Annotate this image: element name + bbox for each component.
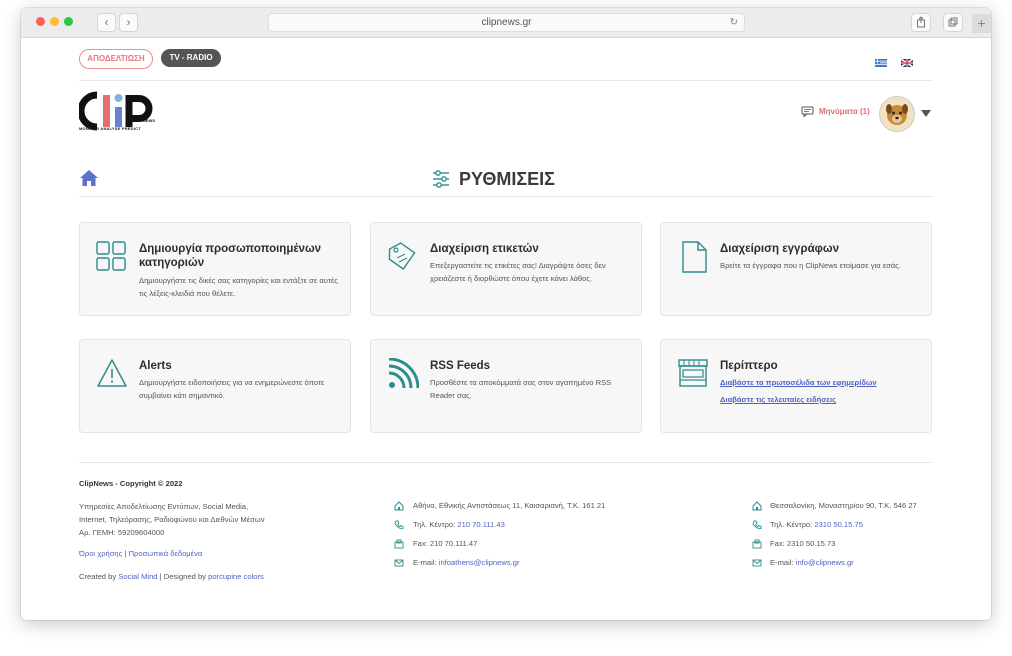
about-line: Αρ. ΓΕΜΗ: 59209604000 xyxy=(79,528,165,537)
url-text: clipnews.gr xyxy=(481,17,532,28)
phone-icon xyxy=(752,520,762,530)
card-description: Δημιουργήστε ειδοποιήσεις για να ενημερώ… xyxy=(139,378,325,400)
athens-email: E-mail: infoathens@clipnews.gr xyxy=(413,558,520,567)
card-custom-categories[interactable]: Δημιουργία προσωποποιημένων κατηγοριών Δ… xyxy=(79,222,351,316)
email-icon xyxy=(752,559,762,567)
athens-phone-link[interactable]: 210 70.111.43 xyxy=(457,520,504,529)
card-title: Διαχείριση εγγράφων xyxy=(720,243,839,255)
card-title: Δημιουργία προσωποποιημένων κατηγοριών xyxy=(139,243,322,269)
language-switcher xyxy=(865,54,913,72)
separator: | xyxy=(124,549,127,558)
legal-links: Όροι χρήσης | Προσωπικά δεδομένα xyxy=(79,547,202,560)
reload-icon[interactable]: ↻ xyxy=(730,14,738,31)
card-title: Διαχείριση ετικετών xyxy=(430,243,539,255)
phone-icon xyxy=(394,520,404,530)
avatar-image xyxy=(880,97,914,131)
new-tab-button[interactable]: + xyxy=(972,14,991,33)
about-line: Internet, Τηλεόρασης, Ραδιοφώνου και Διε… xyxy=(79,515,265,524)
athens-phone: Τηλ. Κέντρο: 210 70.111.43 xyxy=(413,520,505,529)
email-label: E-mail: xyxy=(770,558,794,567)
copyright-text: ClipNews - Copyright © 2022 xyxy=(79,479,183,488)
top-divider xyxy=(79,80,932,81)
warning-icon xyxy=(97,359,127,387)
about-line: Υπηρεσίες Αποδελτίωσης Εντύπων, Social M… xyxy=(79,502,249,511)
home-icon[interactable] xyxy=(79,169,99,187)
email-icon xyxy=(394,559,404,567)
card-manage-tags[interactable]: Διαχείριση ετικετών Επεξεργαστείτε τις ε… xyxy=(370,222,642,316)
card-title: RSS Feeds xyxy=(430,360,491,372)
tabs-button[interactable] xyxy=(943,13,963,32)
page-content: ΑΠΟΔΕΛΤΙΩΣΗ TV - RADIO NEWS MONITOR ANAL… xyxy=(21,38,991,620)
email-label: E-mail: xyxy=(413,558,437,567)
heading-divider xyxy=(79,196,932,197)
messages-link[interactable]: Μηνύματα (1) xyxy=(801,106,881,120)
tabs-icon xyxy=(948,17,958,27)
thessaloniki-email: E-mail: info@clipnews.gr xyxy=(770,558,854,567)
rss-icon xyxy=(388,358,419,389)
minimize-window-button[interactable] xyxy=(50,17,59,26)
user-avatar[interactable] xyxy=(879,96,915,132)
messages-label: Μηνύματα (1) xyxy=(819,107,870,116)
clippings-button[interactable]: ΑΠΟΔΕΛΤΙΩΣΗ xyxy=(79,49,153,69)
thessaloniki-email-link[interactable]: info@clipnews.gr xyxy=(796,558,854,567)
tag-icon xyxy=(388,242,416,270)
athens-address: Αθήνα, Εθνικής Αντιστάσεως 11, Καισαριαν… xyxy=(413,501,606,510)
zoom-window-button[interactable] xyxy=(64,17,73,26)
card-description: Προσθέστε τα αποκόμματά σας στον αγαπημέ… xyxy=(430,378,612,400)
fax-icon xyxy=(394,539,404,549)
user-menu-chevron-down-icon[interactable] xyxy=(921,110,931,117)
about-text: Υπηρεσίες Αποδελτίωσης Εντύπων, Social M… xyxy=(79,500,265,539)
chat-icon xyxy=(801,106,814,117)
phone-label: Τηλ. Κέντρο: xyxy=(770,520,813,529)
created-prefix: Created by xyxy=(79,572,117,581)
greek-flag-icon[interactable] xyxy=(874,59,887,67)
back-button[interactable]: ‹ xyxy=(97,13,116,32)
card-kiosk[interactable]: Περίπτερο Διαβάστε τα πρωτοσέλιδα των εφ… xyxy=(660,339,932,433)
phone-label: Τηλ. Κέντρο: xyxy=(413,520,456,529)
kiosk-icon xyxy=(678,359,708,387)
page-title: ΡΥΘΜΙΣΕΙΣ xyxy=(459,169,555,189)
share-icon xyxy=(917,16,925,28)
logo-tagline: MONITOR ANALYSE PREDICT xyxy=(79,126,141,131)
athens-email-link[interactable]: infoathens@clipnews.gr xyxy=(439,558,520,567)
card-title: Περίπτερο xyxy=(720,360,778,372)
thessaloniki-address: Θεσσαλονίκη, Μοναστηρίου 90, Τ.Κ. 546 27 xyxy=(770,501,917,510)
latest-news-link[interactable]: Διαβάστε τις τελευταίες ειδήσεις xyxy=(720,393,836,406)
settings-sliders-icon xyxy=(433,170,449,188)
share-button[interactable] xyxy=(911,13,931,32)
forward-button[interactable]: › xyxy=(119,13,138,32)
card-alerts[interactable]: Alerts Δημιουργήστε ειδοποιήσεις για να … xyxy=(79,339,351,433)
thessaloniki-fax: Fax: 2310 50.15.73 xyxy=(770,539,836,548)
social-mind-link[interactable]: Social Mind xyxy=(118,572,157,581)
svg-text:NEWS: NEWS xyxy=(143,118,155,123)
browser-titlebar: ‹ › clipnews.gr ↻ + xyxy=(21,8,991,38)
terms-link[interactable]: Όροι χρήσης xyxy=(79,549,122,558)
grid-icon xyxy=(96,241,126,271)
footer-divider xyxy=(79,462,932,463)
uk-flag-icon[interactable] xyxy=(901,59,913,67)
building-icon xyxy=(752,501,762,511)
designed-prefix: | Designed by xyxy=(159,572,206,581)
building-icon xyxy=(394,501,404,511)
card-description: Επεξεργαστείτε τις ετικέτες σας! Διαγράψ… xyxy=(430,261,606,283)
athens-fax: Fax: 210 70.111.47 xyxy=(413,539,478,548)
card-manage-documents[interactable]: Διαχείριση εγγράφων Βρείτε τα έγγραφα πο… xyxy=(660,222,932,316)
card-rss-feeds[interactable]: RSS Feeds Προσθέστε τα αποκόμματά σας στ… xyxy=(370,339,642,433)
card-description: Δημιουργήστε τις δικές σας κατηγορίες κα… xyxy=(139,276,338,298)
porcupine-colors-link[interactable]: porcupine colors xyxy=(208,572,264,581)
credits: Created by Social Mind | Designed by por… xyxy=(79,570,264,583)
front-pages-link[interactable]: Διαβάστε τα πρωτοσέλιδα των εφημερίδων xyxy=(720,376,877,389)
thessaloniki-phone: Τηλ. Κέντρο: 2310 50.15.75 xyxy=(770,520,863,529)
thessaloniki-phone-link[interactable]: 2310 50.15.75 xyxy=(814,520,863,529)
card-description: Βρείτε τα έγγραφα που η ClipNews ετοίμασ… xyxy=(720,261,901,270)
document-icon xyxy=(682,241,707,273)
tv-radio-button[interactable]: TV - RADIO xyxy=(161,49,221,67)
browser-window: ‹ › clipnews.gr ↻ + ΑΠΟΔΕΛΤΙΩΣΗ TV - RAD… xyxy=(21,8,991,620)
close-window-button[interactable] xyxy=(36,17,45,26)
privacy-link[interactable]: Προσωπικά δεδομένα xyxy=(129,549,203,558)
address-bar[interactable]: clipnews.gr ↻ xyxy=(268,13,745,32)
fax-icon xyxy=(752,539,762,549)
card-title: Alerts xyxy=(139,360,172,372)
